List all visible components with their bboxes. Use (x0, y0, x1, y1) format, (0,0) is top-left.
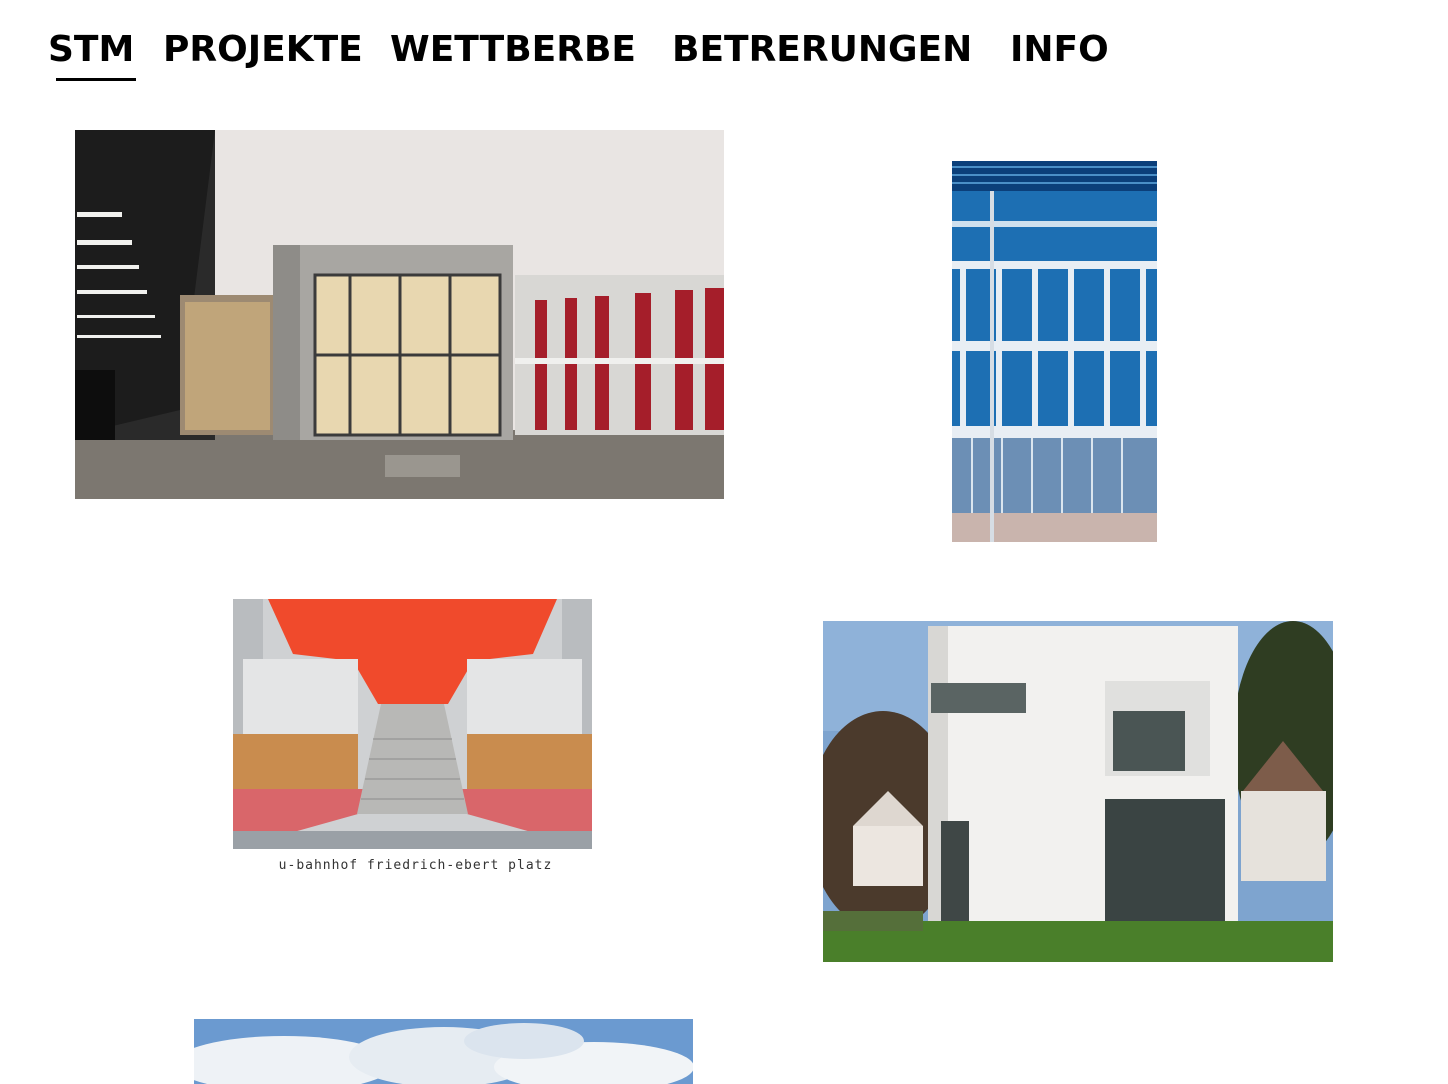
nav-item-betrerungen[interactable]: BETRERUNGEN (672, 28, 972, 72)
ubahn-illustration (233, 599, 592, 849)
school-illustration (75, 130, 724, 499)
nav-item-info[interactable]: INFO (1010, 28, 1109, 72)
project-image-ubahn[interactable] (233, 599, 592, 849)
facade-illustration (952, 161, 1157, 542)
ubahn-caption: u-bahnhof friedrich-ebert platz (278, 858, 553, 873)
project-image-sky[interactable] (194, 1019, 693, 1084)
sky-illustration (194, 1019, 693, 1084)
project-image-facade[interactable] (952, 161, 1157, 542)
project-image-school[interactable] (75, 130, 724, 499)
nav-item-wettberbe[interactable]: WETTBERBE (390, 28, 636, 72)
house-illustration (823, 621, 1333, 962)
active-nav-indicator (56, 78, 136, 81)
nav-item-stm[interactable]: STM (48, 28, 134, 72)
project-image-house[interactable] (823, 621, 1333, 962)
nav-item-projekte[interactable]: PROJEKTE (163, 28, 363, 72)
